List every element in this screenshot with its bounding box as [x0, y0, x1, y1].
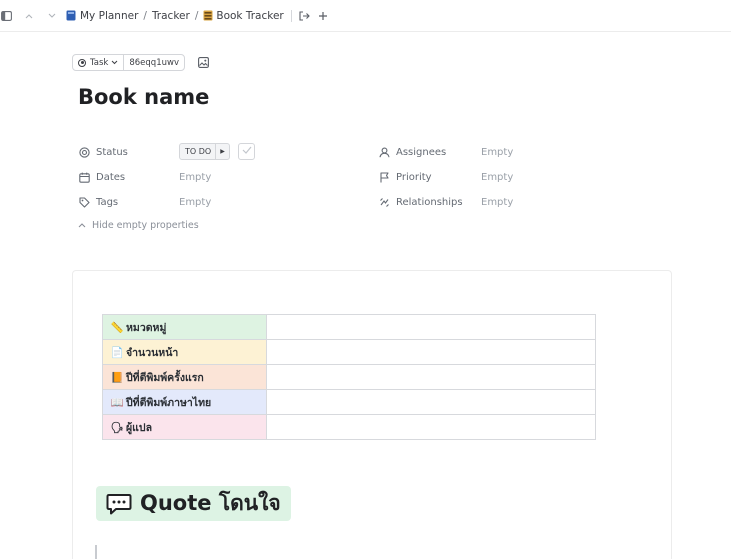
row-label: ปีที่ตีพิมพ์ครั้งแรก — [126, 371, 204, 384]
row-label: ผู้แปล — [126, 421, 153, 434]
add-cover-image-icon[interactable] — [198, 57, 209, 68]
speech-bubble-icon — [106, 493, 132, 515]
add-icon[interactable] — [318, 11, 328, 21]
page-title[interactable]: Book name — [78, 85, 209, 109]
flag-icon — [377, 171, 391, 183]
table-key-cell[interactable]: 📏 หมวดหมู่ — [102, 314, 267, 340]
chevron-up-icon[interactable] — [25, 13, 33, 19]
breadcrumb-workspace[interactable]: My Planner — [80, 10, 138, 22]
breadcrumb-list[interactable]: Book Tracker — [216, 10, 283, 22]
chevron-down-icon[interactable] — [48, 13, 56, 19]
open-in-new-icon[interactable] — [299, 10, 310, 21]
breadcrumb-separator: / — [194, 9, 199, 22]
task-meta-row: Task 86eqq1uwv — [72, 54, 209, 71]
dates-value[interactable]: Empty — [179, 169, 211, 185]
table-value-cell[interactable] — [266, 314, 596, 340]
row-emoji-icon: 📖 — [110, 396, 124, 409]
book-info-table: 📏 หมวดหมู่ 📄 จำนวนหน้า 📙 ปีที่ตีพิมพ์ครั้งแรก… — [102, 314, 596, 440]
chevron-up-icon — [78, 221, 86, 230]
task-type-label: Task — [90, 57, 109, 68]
breadcrumb-folder[interactable]: Tracker — [152, 10, 190, 22]
row-emoji-icon: 📏 — [110, 321, 124, 334]
tag-icon — [77, 196, 91, 208]
dates-property: Dates — [77, 169, 125, 185]
status-icon — [77, 146, 91, 158]
table-value-cell[interactable] — [266, 339, 596, 365]
priority-property: Priority — [377, 169, 432, 185]
relationships-icon — [377, 197, 391, 208]
tags-value[interactable]: Empty — [179, 194, 211, 210]
quote-heading[interactable]: Quote โดนใจ — [96, 486, 291, 521]
hide-empty-toggle[interactable]: Hide empty properties — [78, 220, 199, 231]
table-row: 📙 ปีที่ตีพิมพ์ครั้งแรก — [102, 364, 596, 390]
priority-value[interactable]: Empty — [481, 169, 513, 185]
relationships-label: Relationships — [396, 196, 463, 208]
task-type-icon — [78, 58, 86, 67]
row-emoji-icon: 📄 — [110, 346, 124, 359]
status-label: Status — [96, 146, 128, 158]
row-label: จำนวนหน้า — [126, 346, 179, 359]
task-type-chip[interactable]: Task 86eqq1uwv — [72, 54, 185, 71]
table-key-cell[interactable]: 📄 จำนวนหน้า — [102, 339, 267, 365]
dates-label: Dates — [96, 171, 126, 183]
status-pill[interactable]: TO DO ▶ — [179, 143, 230, 160]
assignees-value[interactable]: Empty — [481, 144, 513, 160]
row-emoji-icon: 🗣 — [110, 421, 124, 434]
quote-block-bar[interactable] — [95, 545, 97, 559]
table-row: 📏 หมวดหมู่ — [102, 314, 596, 340]
next-status-icon[interactable]: ▶ — [215, 144, 229, 159]
status-value: TO DO — [185, 147, 212, 156]
relationships-value[interactable]: Empty — [481, 194, 513, 210]
row-emoji-icon: 📙 — [110, 371, 124, 384]
assignees-property: Assignees — [377, 144, 446, 160]
person-icon — [377, 147, 391, 158]
task-id[interactable]: 86eqq1uwv — [123, 55, 184, 70]
table-key-cell[interactable]: 🗣 ผู้แปล — [102, 414, 267, 440]
space-book-icon — [66, 10, 76, 21]
sidebar-toggle-icon[interactable] — [1, 10, 12, 21]
divider — [290, 9, 292, 22]
top-bar: My Planner / Tracker / Book Tracker — [0, 0, 731, 32]
row-label: หมวดหมู่ — [126, 321, 167, 334]
table-value-cell[interactable] — [266, 389, 596, 415]
chevron-down-icon — [111, 60, 118, 65]
list-books-icon — [203, 10, 213, 21]
tags-property: Tags — [77, 194, 118, 210]
status-property: Status — [77, 144, 128, 160]
table-key-cell[interactable]: 📙 ปีที่ตีพิมพ์ครั้งแรก — [102, 364, 267, 390]
complete-checkbox[interactable] — [238, 143, 255, 160]
table-row: 📄 จำนวนหน้า — [102, 339, 596, 365]
table-row: 📖 ปีที่ตีพิมพ์ภาษาไทย — [102, 389, 596, 415]
tags-label: Tags — [96, 196, 119, 208]
relationships-property: Relationships — [377, 194, 463, 210]
table-key-cell[interactable]: 📖 ปีที่ตีพิมพ์ภาษาไทย — [102, 389, 267, 415]
assignees-label: Assignees — [396, 146, 447, 158]
breadcrumb-separator: / — [143, 9, 147, 22]
quote-heading-text: Quote โดนใจ — [140, 491, 281, 515]
table-value-cell[interactable] — [266, 364, 596, 390]
hide-empty-label: Hide empty properties — [92, 220, 199, 231]
task-type-selector[interactable]: Task — [73, 55, 123, 70]
row-label: ปีที่ตีพิมพ์ภาษาไทย — [126, 396, 212, 409]
table-row: 🗣 ผู้แปล — [102, 414, 596, 440]
calendar-icon — [77, 172, 91, 183]
priority-label: Priority — [396, 171, 432, 183]
checkmark-icon — [242, 146, 252, 157]
table-value-cell[interactable] — [266, 414, 596, 440]
